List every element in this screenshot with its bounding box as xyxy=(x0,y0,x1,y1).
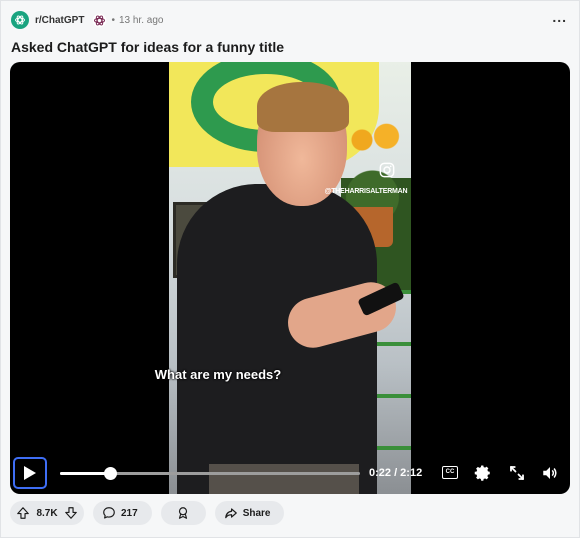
upvote-icon[interactable] xyxy=(16,506,30,520)
comment-icon xyxy=(103,507,115,519)
more-options-icon[interactable]: ... xyxy=(552,10,567,24)
post-actions: 8.7K 217 Share xyxy=(10,501,285,525)
cc-icon[interactable]: CC xyxy=(442,466,458,479)
person-pants xyxy=(209,464,359,494)
downvote-icon[interactable] xyxy=(64,506,78,520)
chatgpt-logo-icon xyxy=(15,15,25,25)
post-card: r/ChatGPT • 13 hr. ago ... Asked ChatGPT… xyxy=(0,0,580,538)
openai-flair-icon xyxy=(92,13,107,28)
progress-slider[interactable] xyxy=(60,467,360,480)
subreddit-name[interactable]: r/ChatGPT xyxy=(35,15,84,26)
share-icon xyxy=(224,508,237,519)
video-frame: @THEHARRISALTERMAN xyxy=(169,62,411,494)
vote-count: 8.7K xyxy=(36,507,58,519)
volume-icon[interactable] xyxy=(541,464,559,482)
play-button[interactable] xyxy=(13,457,47,489)
video-timecode: 0:22 / 2:12 xyxy=(369,467,423,479)
progress-thumb[interactable] xyxy=(103,467,117,480)
video-caption: What are my needs? xyxy=(154,367,282,382)
award-button[interactable] xyxy=(160,501,206,525)
share-label: Share xyxy=(242,507,271,519)
award-icon xyxy=(179,507,188,519)
green-shelf xyxy=(371,242,411,492)
instagram-icon xyxy=(379,162,395,178)
progress-fill xyxy=(60,472,110,475)
video-player[interactable]: @THEHARRISALTERMAN What are my needs? 0:… xyxy=(10,62,570,494)
post-title[interactable]: Asked ChatGPT for ideas for a funny titl… xyxy=(11,39,284,55)
subreddit-avatar-icon[interactable] xyxy=(11,11,29,29)
person-hair xyxy=(257,82,349,132)
gear-icon[interactable] xyxy=(474,464,492,482)
fullscreen-icon[interactable] xyxy=(508,464,526,482)
comments-button[interactable]: 217 xyxy=(93,501,152,525)
play-icon xyxy=(24,466,36,480)
comment-count: 217 xyxy=(121,507,138,519)
separator-dot: • xyxy=(111,14,115,26)
post-header: r/ChatGPT • 13 hr. ago ... xyxy=(11,10,569,30)
share-button[interactable]: Share xyxy=(214,501,285,525)
watermark-handle: @THEHARRISALTERMAN xyxy=(324,188,408,195)
vote-control: 8.7K xyxy=(10,501,84,525)
post-time: 13 hr. ago xyxy=(118,14,164,26)
